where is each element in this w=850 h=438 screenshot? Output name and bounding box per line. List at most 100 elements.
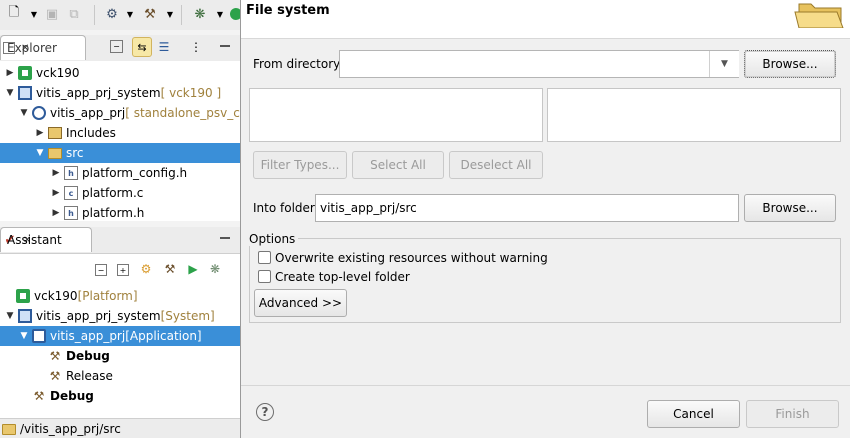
tree-item[interactable]: ▶ h platform_config.h <box>0 163 240 183</box>
create-top-level-checkbox[interactable] <box>258 270 271 283</box>
browse-into-folder-button[interactable]: Browse... <box>744 194 836 222</box>
tree-item[interactable]: ⚒ Release <box>0 366 240 386</box>
debug-dropdown-icon[interactable]: ▼ <box>212 6 228 22</box>
build-dropdown-icon[interactable]: ▼ <box>162 6 178 22</box>
tab-explorer-label: Explorer <box>7 41 57 55</box>
create-top-level-label: Create top-level folder <box>275 270 410 284</box>
tree-item[interactable]: ▼ vitis_app_prj_system [System] <box>0 306 240 326</box>
status-path: /vitis_app_prj/src <box>20 422 121 436</box>
debug-icon[interactable]: ❋ <box>208 262 222 276</box>
tree-item-selected[interactable]: ▼ src <box>0 143 240 163</box>
tree-item[interactable]: ▶ vck190 <box>0 63 240 83</box>
cancel-button[interactable]: Cancel <box>647 400 740 428</box>
save-icon[interactable]: ▣ <box>44 6 60 22</box>
minimize-icon[interactable] <box>220 237 230 239</box>
into-folder-input[interactable]: vitis_app_prj/src <box>315 194 739 222</box>
minimize-icon[interactable] <box>220 45 230 47</box>
folder-icon <box>2 423 16 435</box>
h-file-icon: h <box>64 166 78 180</box>
tree-item-label: platform.c <box>82 186 144 200</box>
run-icon[interactable] <box>230 8 240 20</box>
expand-arrow-icon[interactable]: ▶ <box>5 68 15 78</box>
tree-item-selected[interactable]: ▼ vitis_app_prj [Application] <box>0 326 240 346</box>
collapse-all-icon[interactable]: − <box>95 264 107 276</box>
into-folder-label: Into folder: <box>253 201 319 215</box>
tree-item-label: platform.h <box>82 206 145 220</box>
link-with-editor-icon[interactable]: ⇆ <box>132 37 152 57</box>
folder-icon <box>48 147 62 159</box>
tree-item[interactable]: vck190 [Platform] <box>0 286 240 306</box>
tree-item[interactable]: ▶ c platform.c <box>0 183 240 203</box>
from-directory-label: From directory: <box>253 57 344 71</box>
collapse-arrow-icon[interactable]: ▼ <box>19 108 29 118</box>
dialog-header: File system <box>241 0 850 39</box>
help-icon[interactable]: ? <box>256 403 274 421</box>
from-directory-input[interactable] <box>339 50 739 78</box>
tab-explorer[interactable]: Explorer ✕ <box>0 35 86 60</box>
collapse-all-icon[interactable]: − <box>110 40 123 53</box>
filter-types-button[interactable]: Filter Types... <box>253 151 347 179</box>
tree-item[interactable]: ▼ vitis_app_prj_system [ vck190 ] <box>0 83 240 103</box>
hammer-icon: ⚒ <box>33 389 45 403</box>
browse-from-directory-button[interactable]: Browse... <box>744 50 836 78</box>
expand-arrow-icon[interactable]: ▶ <box>51 168 61 178</box>
gear-icon[interactable]: ⚙ <box>104 6 120 22</box>
expand-arrow-icon[interactable]: ▶ <box>35 128 45 138</box>
expand-arrow-icon[interactable]: ▶ <box>51 208 61 218</box>
application-project-icon <box>32 106 46 120</box>
options-label: Options <box>249 232 299 246</box>
tree-item[interactable]: ▶ h platform.h <box>0 203 240 221</box>
tree-item-label: vitis_app_prj <box>50 106 126 120</box>
explorer-tabbar: Explorer ✕ − ⇆ ☰ ⋮ <box>0 35 240 62</box>
tree-item-label: vck190 <box>34 289 78 303</box>
tree-item-label: vitis_app_prj_system <box>36 86 161 100</box>
run-icon[interactable]: ▶ <box>186 262 200 276</box>
collapse-arrow-icon[interactable]: ▼ <box>5 311 15 321</box>
tree-item-label: Debug <box>66 349 110 363</box>
system-project-icon <box>18 309 32 323</box>
tree-item[interactable]: ▼ vitis_app_prj [ standalone_psv_cor <box>0 103 240 123</box>
c-file-icon: c <box>64 186 78 200</box>
tree-item-decoration: [ standalone_psv_cor <box>125 106 240 120</box>
select-all-button[interactable]: Select All <box>352 151 444 179</box>
collapse-arrow-icon[interactable]: ▼ <box>35 148 45 158</box>
expand-arrow-icon[interactable]: ▶ <box>51 188 61 198</box>
file-list[interactable] <box>547 88 841 142</box>
tree-item[interactable]: ▶ Includes <box>0 123 240 143</box>
save-all-icon[interactable]: ⧉ <box>66 6 82 22</box>
tree-item-decoration: [System] <box>160 309 215 323</box>
hammer-icon: ⚒ <box>49 369 61 383</box>
status-bar: /vitis_app_prj/src <box>0 418 240 438</box>
debug-bug-icon[interactable]: ❋ <box>192 6 208 22</box>
gear-dropdown-icon[interactable]: ▼ <box>122 6 138 22</box>
footer-divider <box>241 385 850 386</box>
advanced-button[interactable]: Advanced >> <box>254 289 347 317</box>
view-menu-icon[interactable]: ⋮ <box>188 39 204 55</box>
tab-assistant[interactable]: ✔ Assistant ✕ <box>0 227 92 252</box>
finish-button[interactable]: Finish <box>746 400 839 428</box>
system-project-icon <box>18 86 32 100</box>
folder-list[interactable] <box>249 88 543 142</box>
assistant-tabbar: ✔ Assistant ✕ <box>0 227 240 254</box>
build-hammer-icon[interactable]: ⚒ <box>163 262 177 276</box>
overwrite-checkbox[interactable] <box>258 251 271 264</box>
folder-wizard-icon <box>794 3 844 28</box>
overwrite-label: Overwrite existing resources without war… <box>275 251 548 265</box>
tree-item[interactable]: ⚒ Debug <box>0 386 240 406</box>
collapse-arrow-icon[interactable]: ▼ <box>5 88 15 98</box>
new-dropdown-icon[interactable]: ▼ <box>26 6 42 22</box>
tree-item-label: vitis_app_prj <box>50 329 126 343</box>
expand-all-icon[interactable]: + <box>117 264 129 276</box>
deselect-all-button[interactable]: Deselect All <box>449 151 543 179</box>
ide-panel: 🗋 ▼ ▣ ⧉ ⚙ ▼ ⚒ ▼ ❋ ▼ Explorer ✕ − ⇆ ☰ ⋮ ▶… <box>0 0 240 438</box>
build-hammer-icon[interactable]: ⚒ <box>142 6 158 22</box>
chevron-down-icon[interactable]: ▼ <box>709 51 739 77</box>
tree-item-label: platform_config.h <box>82 166 188 180</box>
new-icon[interactable]: 🗋 <box>6 5 22 22</box>
tree-item[interactable]: ⚒ Debug <box>0 346 240 366</box>
filter-icon[interactable]: ☰ <box>156 39 172 55</box>
settings-gear-icon[interactable]: ⚙ <box>139 262 153 276</box>
import-dialog: File system From directory: ▼ Browse... … <box>240 0 850 438</box>
platform-icon <box>16 289 30 303</box>
collapse-arrow-icon[interactable]: ▼ <box>19 331 29 341</box>
